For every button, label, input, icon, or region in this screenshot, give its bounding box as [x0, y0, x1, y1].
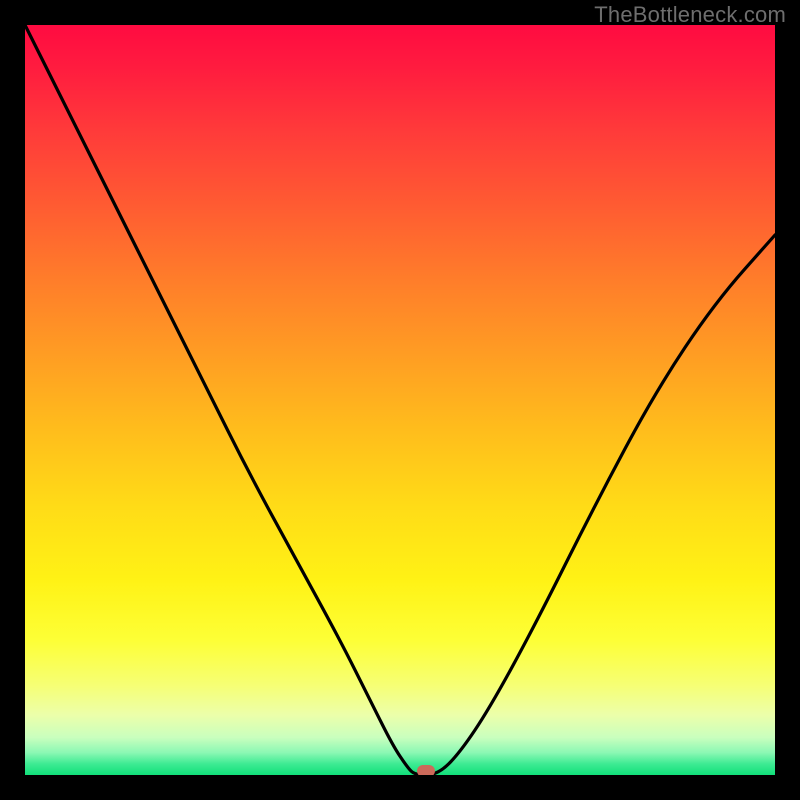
bottleneck-curve	[25, 25, 775, 775]
plot-area	[25, 25, 775, 775]
watermark-text: TheBottleneck.com	[594, 2, 786, 28]
curve-path	[25, 25, 775, 775]
optimal-point-marker	[417, 765, 435, 775]
chart-frame: TheBottleneck.com	[0, 0, 800, 800]
